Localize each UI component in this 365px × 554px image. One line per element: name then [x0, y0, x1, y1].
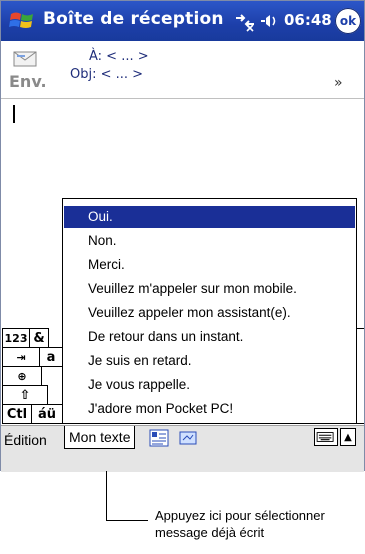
key-caps[interactable]: ⊕: [2, 366, 42, 386]
key-123[interactable]: 123: [2, 328, 30, 348]
input-panel-arrow-icon[interactable]: ▲: [340, 428, 356, 446]
send-button[interactable]: Env.: [7, 46, 47, 96]
popup-item[interactable]: Non.: [64, 230, 355, 252]
callout-line2: message déjà écrit: [155, 525, 265, 540]
callout-caption: Appuyez ici pour sélectionner message dé…: [155, 507, 365, 541]
input-panel-button[interactable]: [314, 428, 338, 446]
key-ampersand[interactable]: &: [29, 328, 49, 348]
speaker-icon[interactable]: [260, 11, 280, 31]
envelope-icon: [13, 51, 37, 67]
connectivity-icon[interactable]: [234, 10, 256, 32]
window-title: Boîte de réception: [43, 9, 224, 29]
menu-my-text[interactable]: Mon texte: [64, 426, 136, 449]
pocket-pc-screen: Boîte de réception 06:48 ok Env. À: < ..…: [0, 0, 365, 472]
start-menu-icon[interactable]: [7, 6, 37, 36]
expand-header-icon[interactable]: »: [334, 75, 343, 91]
my-text-popup-menu: Oui. Non. Merci. Veuillez m'appeler sur …: [62, 198, 357, 424]
popup-item[interactable]: Veuillez appeler mon assistant(e).: [64, 302, 355, 324]
popup-item[interactable]: De retour dans un instant.: [64, 326, 355, 348]
popup-item[interactable]: J'adore mon Pocket PC!: [64, 398, 355, 420]
message-header: Env. À: < ... > Obj: < ... > »: [1, 41, 364, 99]
key-a[interactable]: a: [39, 347, 63, 367]
popup-item[interactable]: Je suis en retard.: [64, 350, 355, 372]
popup-item[interactable]: Oui.: [64, 206, 355, 228]
key-ctl[interactable]: Ctl: [2, 404, 32, 424]
format-icon[interactable]: [149, 429, 169, 447]
keyboard-icon: [316, 432, 334, 442]
ok-button[interactable]: ok: [335, 8, 361, 34]
key-tab[interactable]: ⇥: [2, 347, 40, 367]
popup-item[interactable]: Je vous rappelle.: [64, 374, 355, 396]
callout-line-horizontal: [106, 520, 148, 521]
subject-field[interactable]: Obj: < ... >: [70, 67, 143, 82]
menu-bar: Édition Mon texte ▲: [1, 425, 364, 472]
text-cursor: [13, 105, 15, 123]
key-accents[interactable]: áü: [31, 404, 63, 424]
popup-item[interactable]: Merci.: [64, 254, 355, 276]
title-bar: Boîte de réception 06:48 ok: [1, 1, 364, 41]
key-shift[interactable]: ⇧: [2, 385, 48, 405]
recording-icon[interactable]: [179, 430, 197, 446]
callout-line1: Appuyez ici pour sélectionner: [155, 508, 325, 523]
callout-line: [106, 471, 107, 521]
popup-item[interactable]: Veuillez m'appeler sur mon mobile.: [64, 278, 355, 300]
clock[interactable]: 06:48: [284, 11, 332, 29]
menu-edit[interactable]: Édition: [4, 432, 47, 448]
send-label: Env.: [9, 72, 47, 91]
to-field[interactable]: À: < ... >: [89, 49, 149, 64]
header-divider: [1, 98, 364, 99]
